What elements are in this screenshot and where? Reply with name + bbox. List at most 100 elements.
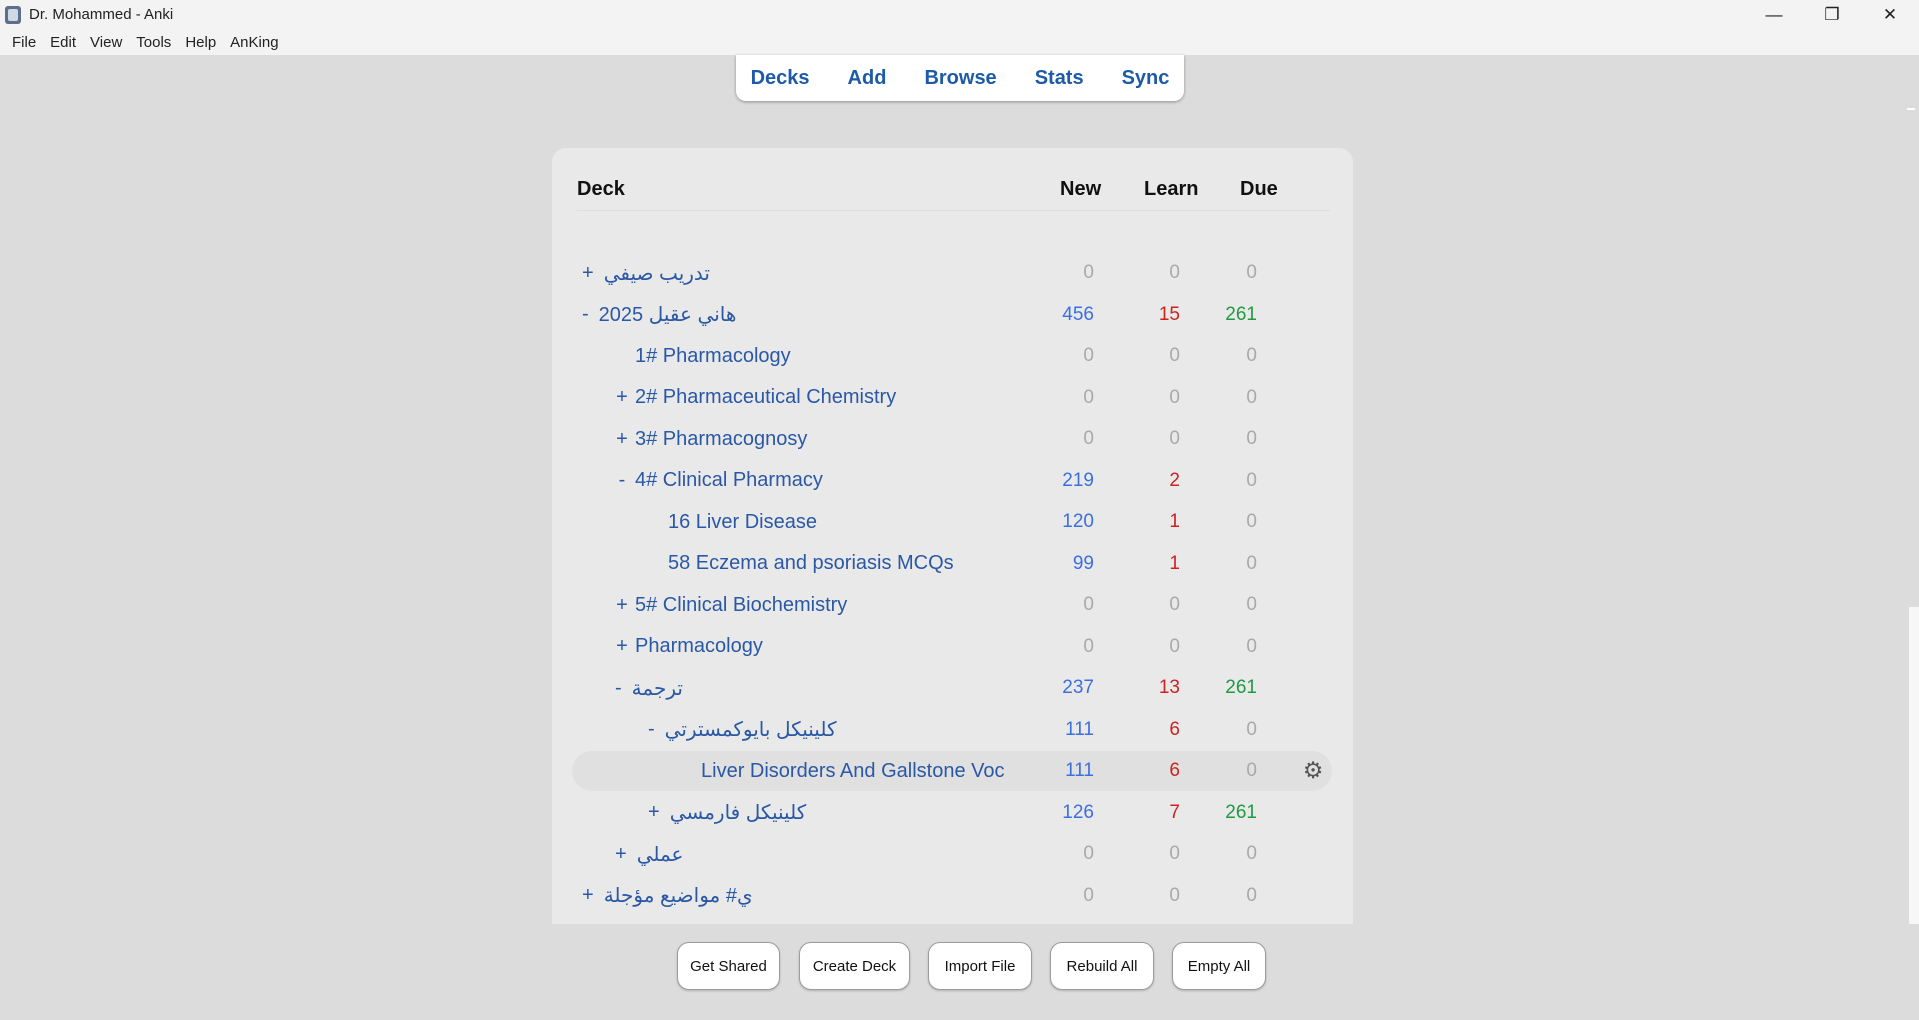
collapse-toggle[interactable]: -	[615, 469, 629, 492]
deck-row[interactable]: + ي# مواضيع مؤجلة 0 0 0	[572, 876, 1332, 916]
count-due: 0	[1246, 718, 1257, 740]
count-new: 111	[1065, 718, 1094, 740]
count-learn: 0	[1169, 428, 1180, 449]
deck-row[interactable]: +3# Pharmacognosy 0 0 0	[572, 419, 1332, 459]
header-new: New	[1060, 178, 1102, 200]
count-due: 0	[1246, 469, 1257, 491]
deck-row[interactable]: -4# Clinical Pharmacy 219 2 0	[572, 461, 1332, 501]
expand-toggle[interactable]: +	[615, 635, 629, 658]
menu-anking[interactable]: AnKing	[230, 34, 278, 51]
deck-name-cell: 1# Pharmacology	[615, 336, 791, 376]
scrollbar-thumb[interactable]	[1909, 607, 1919, 924]
menu-tools[interactable]: Tools	[136, 34, 171, 51]
deck-name-cell: +2# Pharmaceutical Chemistry	[615, 378, 896, 418]
count-new: 120	[1062, 511, 1094, 532]
deck-name-link[interactable]: 16 Liver Disease	[668, 511, 817, 534]
deck-row[interactable]: 16 Liver Disease 120 1 0	[572, 502, 1332, 542]
gear-icon[interactable]: ⚙	[1302, 759, 1324, 782]
expand-toggle[interactable]: +	[615, 428, 629, 451]
deck-name-link[interactable]: 3# Pharmacognosy	[635, 428, 807, 451]
expand-toggle[interactable]: +	[615, 843, 627, 866]
menu-view[interactable]: View	[90, 34, 122, 51]
collapse-toggle[interactable]: -	[648, 718, 655, 741]
deck-row[interactable]: + عملي 0 0 0	[572, 834, 1332, 874]
minimize-icon[interactable]: —	[1745, 0, 1803, 29]
deck-list-panel: Deck New Learn Due + تدريب صيفي 0 0 0- هاني ع…	[552, 148, 1353, 924]
rebuild-all-button[interactable]: Rebuild All	[1050, 942, 1154, 990]
window-title: Dr. Mohammed - Anki	[29, 6, 174, 23]
toolbar-add[interactable]: Add	[829, 67, 906, 90]
deck-name-link[interactable]: ترجمة	[632, 676, 683, 701]
toolbar-decks[interactable]: Decks	[732, 67, 829, 90]
create-deck-button[interactable]: Create Deck	[799, 942, 910, 990]
count-new: 111	[1065, 760, 1094, 781]
deck-name-link[interactable]: 58 Eczema and psoriasis MCQs	[668, 552, 954, 575]
count-new: 0	[1083, 345, 1094, 366]
deck-row[interactable]: + كلينيكل فارمسي 126 7 261	[572, 793, 1332, 833]
deck-name-link[interactable]: هاني عقيل 2025	[599, 302, 737, 327]
expand-toggle[interactable]: +	[582, 884, 594, 907]
anki-icon	[5, 5, 21, 24]
deck-row[interactable]: +2# Pharmaceutical Chemistry 0 0 0	[572, 378, 1332, 418]
deck-name-cell: 58 Eczema and psoriasis MCQs	[648, 544, 954, 584]
count-learn: 13	[1158, 677, 1180, 698]
deck-name-link[interactable]: 2# Pharmaceutical Chemistry	[635, 386, 896, 409]
title-bar: Dr. Mohammed - Anki — ❐ ✕	[0, 0, 1919, 29]
deck-name-link[interactable]: عملي	[637, 842, 684, 867]
deck-row[interactable]: 58 Eczema and psoriasis MCQs 99 1 0	[572, 544, 1332, 584]
deck-name-link[interactable]: 1# Pharmacology	[635, 345, 791, 368]
expand-toggle[interactable]: +	[615, 594, 629, 617]
collapse-toggle[interactable]: -	[615, 677, 622, 700]
expand-toggle[interactable]: +	[615, 386, 629, 409]
deck-row[interactable]: - كلينيكل بايوكمسترتي 111 6 0	[572, 710, 1332, 750]
deck-name-link[interactable]: Liver Disorders And Gallstone Voc	[701, 760, 1005, 783]
deck-row[interactable]: - ترجمة 237 13 261	[572, 668, 1332, 708]
empty-all-button[interactable]: Empty All	[1172, 942, 1266, 990]
count-learn: 0	[1169, 884, 1180, 906]
deck-row[interactable]: +5# Clinical Biochemistry 0 0 0	[572, 585, 1332, 625]
count-learn: 0	[1169, 594, 1180, 615]
expand-toggle[interactable]: +	[582, 262, 594, 285]
count-new: 237	[1062, 677, 1094, 698]
deck-name-link[interactable]: كلينيكل فارمسي	[670, 800, 807, 825]
menu-bar: File Edit View Tools Help AnKing	[0, 29, 1919, 55]
deck-row[interactable]: - هاني عقيل 2025 456 15 261	[572, 295, 1332, 335]
menu-help[interactable]: Help	[185, 34, 216, 51]
deck-name-link[interactable]: Pharmacology	[635, 635, 763, 658]
toolbar-browse[interactable]: Browse	[905, 67, 1015, 90]
deck-row[interactable]: + Pharmacology 0 0 0	[572, 627, 1332, 667]
count-due: 0	[1246, 884, 1257, 906]
count-due: 0	[1246, 552, 1257, 574]
import-file-button[interactable]: Import File	[928, 942, 1032, 990]
toolbar-sync[interactable]: Sync	[1103, 67, 1189, 90]
deck-name-cell: - كلينيكل بايوكمسترتي	[648, 710, 836, 750]
deck-name-cell: - ترجمة	[615, 668, 683, 708]
deck-name-cell: +5# Clinical Biochemistry	[615, 585, 847, 625]
header-deck: Deck	[577, 178, 625, 200]
deck-name-link[interactable]: 4# Clinical Pharmacy	[635, 469, 823, 492]
expand-toggle[interactable]: +	[648, 801, 660, 824]
header-divider	[577, 210, 1330, 211]
deck-row[interactable]: 1# Pharmacology 0 0 0	[572, 336, 1332, 376]
count-new: 0	[1083, 386, 1094, 408]
toolbar-stats[interactable]: Stats	[1016, 67, 1103, 90]
close-icon[interactable]: ✕	[1861, 0, 1919, 29]
count-due: 0	[1246, 345, 1257, 366]
menu-edit[interactable]: Edit	[50, 34, 76, 51]
count-due: 0	[1246, 262, 1257, 283]
deck-name-link[interactable]: ي# مواضيع مؤجلة	[604, 883, 753, 908]
restore-icon[interactable]: ❐	[1803, 0, 1861, 29]
deck-name-cell: 16 Liver Disease	[648, 502, 817, 542]
deck-name-link[interactable]: 5# Clinical Biochemistry	[635, 594, 847, 617]
get-shared-button[interactable]: Get Shared	[677, 942, 780, 990]
scrollbar-top-mark	[1907, 108, 1915, 110]
count-due: 0	[1246, 760, 1257, 781]
menu-file[interactable]: File	[12, 34, 36, 51]
deck-name-link[interactable]: كلينيكل بايوكمسترتي	[665, 717, 837, 742]
count-new: 0	[1083, 262, 1094, 283]
collapse-toggle[interactable]: -	[582, 303, 589, 326]
deck-row[interactable]: Liver Disorders And Gallstone Voc 111 6 0 ⚙	[572, 751, 1332, 791]
deck-row[interactable]: + تدريب صيفي 0 0 0	[572, 253, 1332, 293]
deck-name-link[interactable]: تدريب صيفي	[604, 261, 710, 286]
count-learn: 15	[1158, 303, 1180, 325]
